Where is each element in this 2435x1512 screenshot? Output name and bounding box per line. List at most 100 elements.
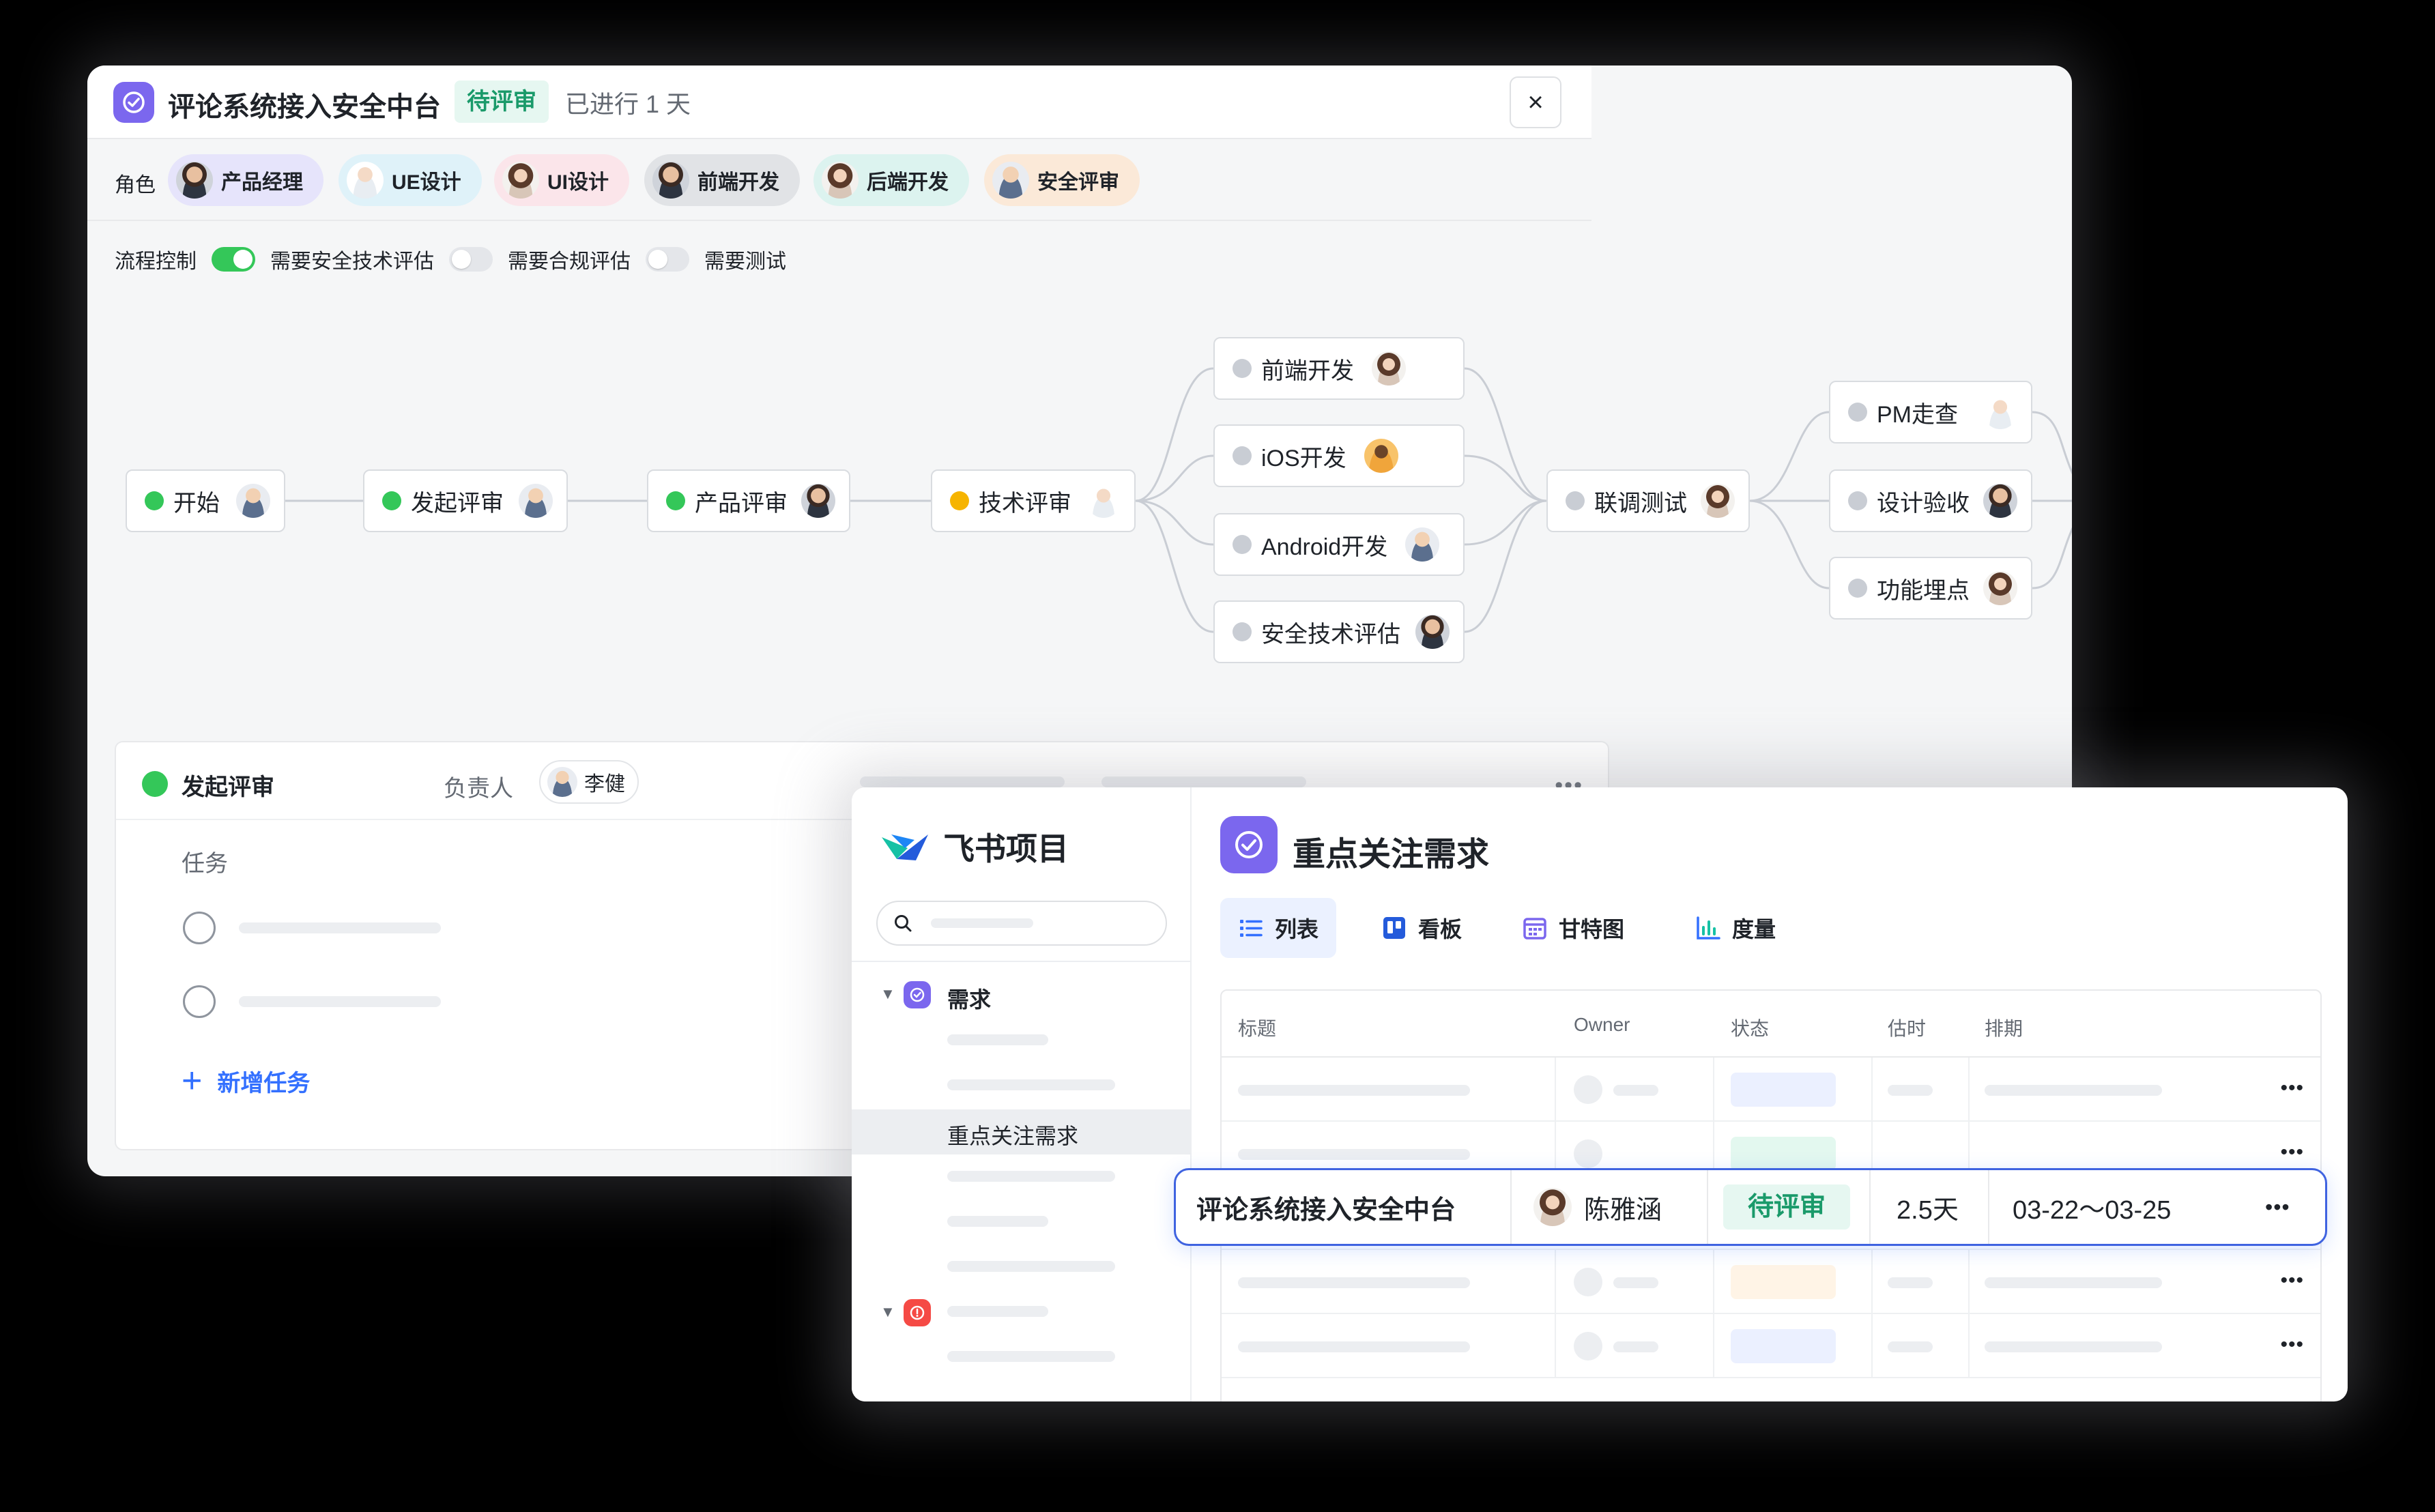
divider — [1988, 1170, 1989, 1244]
divider — [1871, 1058, 1873, 1120]
table-row[interactable]: ••• — [1222, 1250, 2320, 1314]
flow-node-start[interactable]: 开始 — [126, 469, 285, 532]
placeholder-bar — [1985, 1085, 2162, 1096]
node-label: 前端开发 — [1261, 358, 1354, 384]
flow-node-ios[interactable]: iOS开发 — [1213, 424, 1465, 487]
table-header: 标题 Owner 状态 估时 排期 — [1222, 991, 2320, 1058]
more-button[interactable]: ••• — [2280, 1077, 2304, 1100]
more-button[interactable]: ••• — [2280, 1269, 2304, 1292]
column-header[interactable]: 状态 — [1731, 1014, 1769, 1041]
owner-label: 负责人 — [444, 776, 513, 802]
project-list-window: 飞书项目 ▼ 需求 重点关注需求 ▼ 重点关注需求 列表 看板 甘特图 度量 标… — [852, 787, 2348, 1401]
placeholder-bar — [947, 1306, 1048, 1317]
status-badge: 待评审 — [1723, 1184, 1851, 1230]
divider — [1707, 1170, 1708, 1244]
status-badge — [1731, 1137, 1836, 1171]
add-task-button[interactable]: + 新增任务 — [182, 1063, 310, 1099]
node-label: Android开发 — [1261, 534, 1388, 560]
tree-group-requirements[interactable]: 需求 — [947, 983, 991, 1014]
status-dot — [1848, 491, 1867, 510]
owner-name: 陈雅涵 — [1584, 1195, 1662, 1225]
avatar — [1415, 615, 1450, 649]
flow-node-pm-walkthrough[interactable]: PM走查 — [1829, 381, 2032, 444]
more-button[interactable]: ••• — [2280, 1333, 2304, 1356]
status-dot — [1848, 403, 1867, 422]
caret-down-icon[interactable]: ▼ — [880, 1303, 895, 1321]
task-checkbox[interactable] — [183, 985, 216, 1018]
view-title: 重点关注需求 — [1293, 837, 1490, 873]
placeholder-bar — [947, 1216, 1048, 1227]
avatar — [1372, 351, 1406, 386]
avatar — [1086, 484, 1121, 518]
node-label: 发起评审 — [411, 490, 504, 517]
flow-node-design-acceptance[interactable]: 设计验收 — [1829, 469, 2032, 532]
flow-node-product-review[interactable]: 产品评审 — [647, 469, 850, 532]
flow-node-security-eval[interactable]: 安全技术评估 — [1213, 600, 1465, 663]
placeholder-bar — [1613, 1085, 1658, 1096]
flow-node-initiate[interactable]: 发起评审 — [363, 469, 568, 532]
status-dot — [1566, 491, 1585, 510]
tab-gantt[interactable]: 甘特图 — [1504, 898, 1642, 958]
placeholder-bar — [1238, 1341, 1470, 1352]
placeholder-bar — [239, 922, 441, 933]
flow-connectors — [285, 367, 2072, 633]
alert-circle-icon — [904, 1299, 931, 1326]
column-header[interactable]: 标题 — [1238, 1014, 1276, 1041]
placeholder-bar — [1613, 1341, 1658, 1352]
avatar — [1405, 527, 1440, 562]
table-row[interactable]: ••• — [1222, 1314, 2320, 1378]
placeholder-bar — [947, 1171, 1115, 1182]
add-task-label: 新增任务 — [217, 1070, 311, 1096]
tab-kanban[interactable]: 看板 — [1364, 898, 1480, 958]
row-status[interactable]: 待评审 — [1723, 1170, 1851, 1244]
tab-metrics[interactable]: 度量 — [1677, 898, 1793, 958]
tree-item-selected[interactable]: 重点关注需求 — [852, 1109, 1190, 1154]
table-row[interactable]: ••• — [1222, 1058, 2320, 1122]
avatar — [547, 767, 577, 797]
divider — [1968, 1058, 1970, 1120]
plus-icon: + — [182, 1061, 203, 1101]
node-label: iOS开发 — [1261, 445, 1346, 471]
flow-node-frontend[interactable]: 前端开发 — [1213, 337, 1465, 400]
divider — [1555, 1250, 1556, 1313]
caret-down-icon[interactable]: ▼ — [880, 985, 895, 1003]
status-dot — [142, 771, 168, 797]
check-circle-icon — [1220, 816, 1278, 873]
placeholder-bar — [1238, 1277, 1470, 1288]
sidebar: 飞书项目 ▼ 需求 重点关注需求 ▼ — [852, 787, 1192, 1401]
placeholder-bar — [1101, 776, 1306, 787]
row-title[interactable]: 评论系统接入安全中台 — [1196, 1170, 1456, 1244]
status-badge — [1731, 1073, 1836, 1107]
flow-node-android[interactable]: Android开发 — [1213, 513, 1465, 576]
status-dot — [1233, 446, 1252, 465]
divider — [1968, 1250, 1970, 1313]
avatar — [1574, 1268, 1602, 1296]
column-header[interactable]: 排期 — [1985, 1014, 2023, 1041]
highlighted-table-row[interactable]: 评论系统接入安全中台 陈雅涵 待评审 2.5天 03-22～03-25 ••• — [1174, 1168, 2327, 1246]
avatar — [1983, 571, 2017, 605]
placeholder-bar — [947, 1261, 1115, 1272]
flow-node-integration[interactable]: 联调测试 — [1546, 469, 1750, 532]
row-owner[interactable]: 陈雅涵 — [1533, 1170, 1662, 1244]
task-checkbox[interactable] — [183, 912, 216, 944]
column-header[interactable]: 估时 — [1888, 1014, 1926, 1041]
status-badge — [1731, 1265, 1836, 1299]
node-label: 联调测试 — [1594, 490, 1687, 517]
divider — [852, 961, 1192, 962]
chart-icon — [1697, 916, 1720, 940]
flow-node-tech-review[interactable]: 技术评审 — [931, 469, 1136, 532]
avatar — [1533, 1188, 1572, 1226]
placeholder-bar — [931, 918, 1033, 928]
tab-list[interactable]: 列表 — [1220, 898, 1337, 958]
flow-node-tracking[interactable]: 功能埋点 — [1829, 557, 2032, 620]
divider — [1555, 1314, 1556, 1377]
node-label: 设计验收 — [1877, 490, 1970, 517]
column-header[interactable]: Owner — [1574, 1014, 1630, 1036]
row-estimate: 2.5天 — [1897, 1195, 1959, 1225]
more-button[interactable]: ••• — [2280, 1141, 2304, 1164]
placeholder-bar — [1985, 1341, 2162, 1352]
owner-chip[interactable]: 李健 — [539, 760, 639, 804]
more-button[interactable]: ••• — [2265, 1170, 2290, 1244]
tab-label: 度量 — [1732, 917, 1776, 942]
divider — [1713, 1058, 1714, 1120]
